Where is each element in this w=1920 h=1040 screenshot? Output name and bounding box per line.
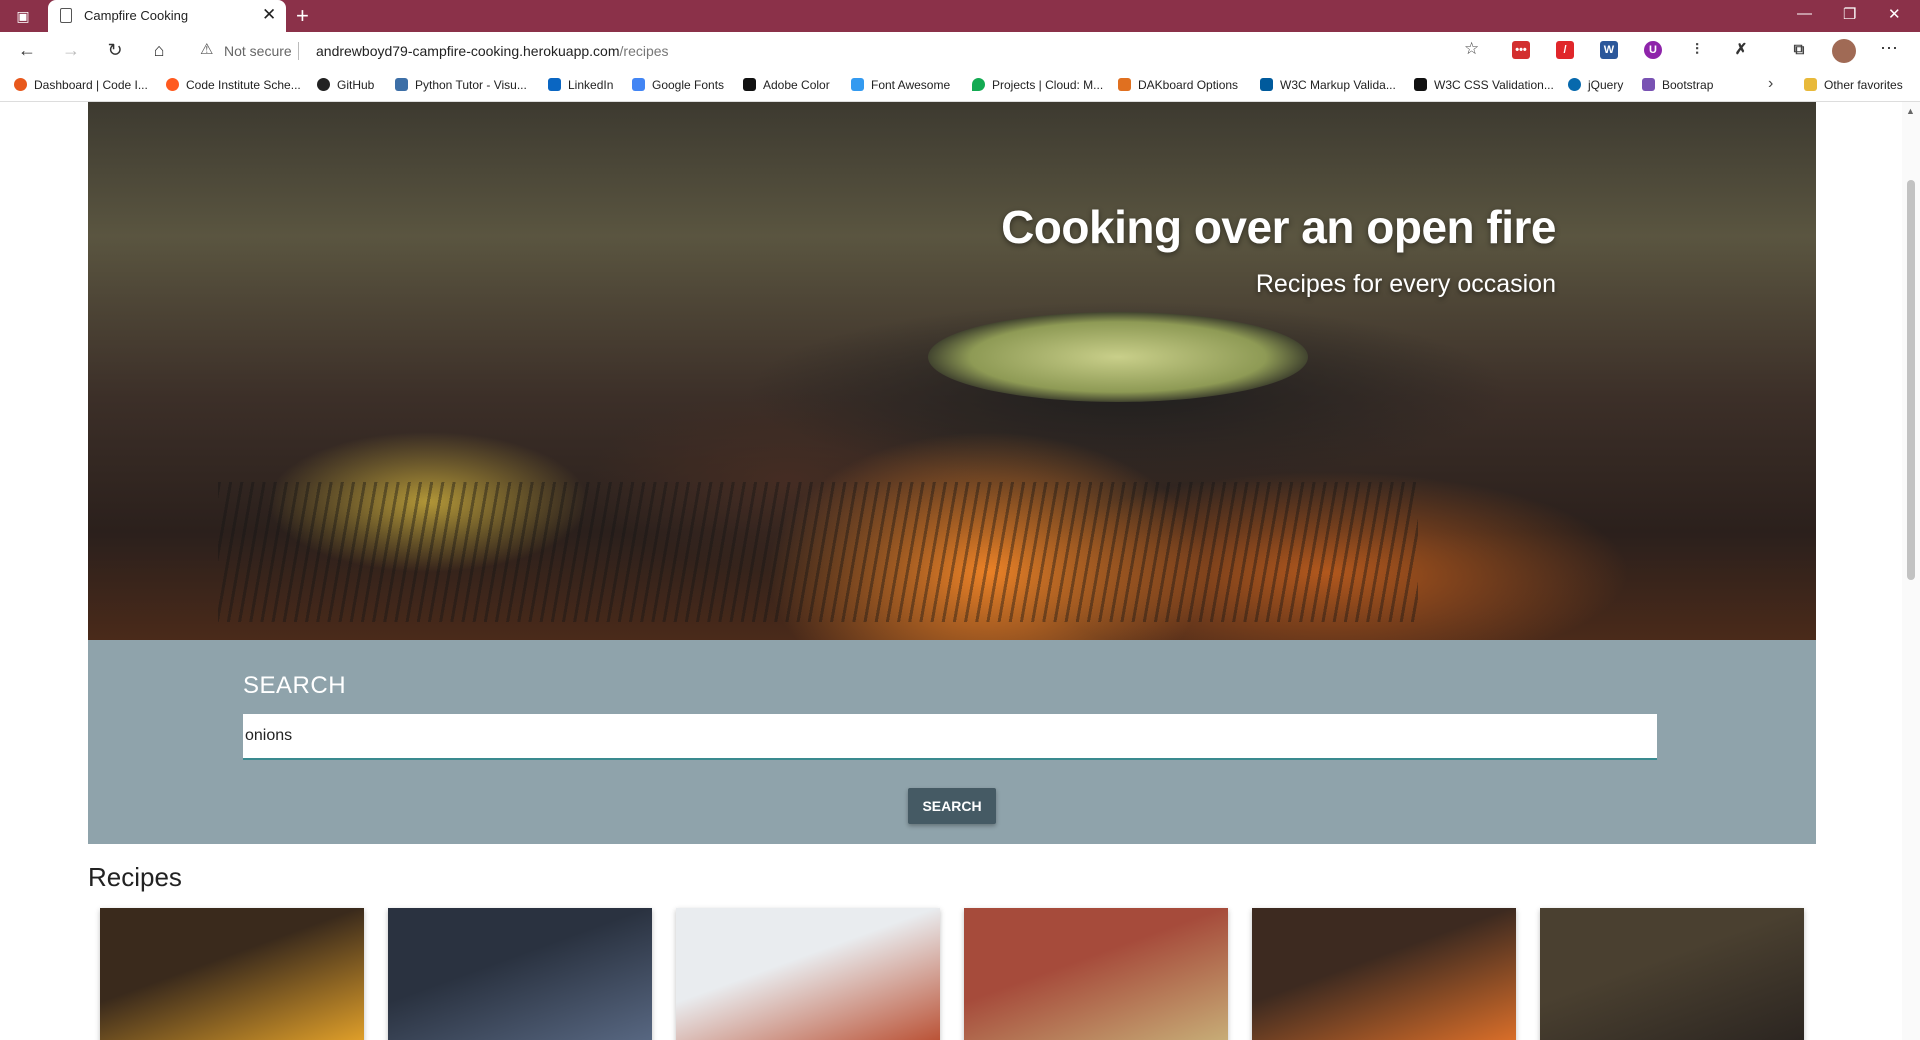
more-options-icon[interactable]: ⋯ — [1880, 38, 1898, 59]
hero-banner: Cooking over an open fire Recipes for ev… — [88, 102, 1816, 640]
scrollbar-thumb[interactable] — [1907, 180, 1915, 580]
bookmark-label: Projects | Cloud: M... — [992, 78, 1104, 92]
chevron-right-icon[interactable]: › — [1768, 75, 1773, 93]
search-label: SEARCH — [243, 672, 347, 699]
flag-icon — [851, 78, 864, 91]
restore-button[interactable]: ❐ — [1843, 5, 1856, 23]
bookmark-label: jQuery — [1588, 78, 1624, 92]
bookmark-item[interactable]: Dashboard | Code I... — [14, 78, 148, 92]
other-favorites-label: Other favorites — [1824, 78, 1903, 92]
folder-icon — [1804, 78, 1817, 91]
jquery-icon — [1568, 78, 1581, 91]
bookmark-label: Python Tutor - Visu... — [415, 78, 527, 92]
bookmark-label: Font Awesome — [871, 78, 951, 92]
bookmark-item[interactable]: jQuery — [1568, 78, 1623, 92]
recipe-card-tomato-stew[interactable] — [676, 908, 940, 1040]
bookmark-label: W3C CSS Validation... — [1434, 78, 1554, 92]
profile-avatar[interactable] — [1832, 39, 1856, 63]
bookmark-item[interactable]: W3C CSS Validation... — [1414, 78, 1554, 92]
bookmark-label: LinkedIn — [568, 78, 614, 92]
bookmark-item[interactable]: Google Fonts — [632, 78, 724, 92]
recipe-card-grilled-corn[interactable] — [100, 908, 364, 1040]
page-scrollbar[interactable]: ▲ — [1902, 102, 1920, 1040]
skillet-image — [928, 312, 1308, 402]
scroll-up-icon[interactable]: ▲ — [1906, 106, 1915, 116]
bookmarks-bar: Dashboard | Code I... Code Institute Sch… — [0, 68, 1920, 102]
collections-icon[interactable]: ⧉ — [1790, 41, 1808, 59]
bookmark-label: Google Fonts — [652, 78, 725, 92]
url-host: andrewboyd79-campfire-cooking.herokuapp.… — [316, 43, 620, 59]
browser-toolbar: ← → ↻ ⌂ ⚠ Not secure andrewboyd79-campfi… — [0, 32, 1920, 68]
bookmark-label: W3C Markup Valida... — [1280, 78, 1396, 92]
back-button[interactable]: ← — [16, 39, 38, 61]
bookmark-item[interactable]: Bootstrap — [1642, 78, 1713, 92]
tab-title: Campfire Cooking — [84, 8, 189, 23]
divider — [298, 42, 299, 60]
adobe-color-icon — [743, 78, 756, 91]
recipe-card-roasted-sweet-potato[interactable] — [1252, 908, 1516, 1040]
recipes-heading: Recipes — [88, 862, 182, 892]
close-tab-icon[interactable]: ✕ — [262, 5, 276, 25]
browser-tab-active[interactable]: Campfire Cooking ✕ — [48, 0, 286, 32]
extension-lastpass-icon[interactable]: ••• — [1512, 41, 1530, 59]
page-viewport: Cooking over an open fire Recipes for ev… — [0, 102, 1920, 1040]
leaf-icon — [972, 78, 985, 91]
bookmark-item[interactable]: Python Tutor - Visu... — [395, 78, 527, 92]
bookmark-icon — [166, 78, 179, 91]
home-button[interactable]: ⌂ — [148, 39, 170, 61]
github-icon — [317, 78, 330, 91]
bookmark-item[interactable]: Adobe Color — [743, 78, 830, 92]
url-text[interactable]: andrewboyd79-campfire-cooking.herokuapp.… — [316, 43, 669, 59]
other-favorites[interactable]: Other favorites — [1804, 78, 1903, 92]
linkedin-icon — [548, 78, 561, 91]
warning-icon[interactable]: ⚠ — [200, 40, 213, 58]
bookmark-item[interactable]: W3C Markup Valida... — [1260, 78, 1396, 92]
hero-title: Cooking over an open fire — [1001, 201, 1556, 253]
bookmark-item[interactable]: Code Institute Sche... — [166, 78, 301, 92]
address-bar[interactable]: ⚠ Not secure andrewboyd79-campfire-cooki… — [188, 36, 1488, 64]
page-icon — [60, 8, 72, 23]
browser-tab-strip: ▣ Campfire Cooking ✕ + — ❐ ✕ — [0, 0, 1920, 32]
bookmark-item[interactable]: LinkedIn — [548, 78, 613, 92]
extension-word-icon[interactable]: W — [1600, 41, 1618, 59]
dakboard-icon — [1118, 78, 1131, 91]
security-label[interactable]: Not secure — [224, 43, 292, 59]
search-input[interactable] — [243, 714, 1657, 760]
extension-x-icon[interactable]: ✗ — [1732, 41, 1750, 59]
close-window-button[interactable]: ✕ — [1888, 5, 1901, 23]
forward-button[interactable]: → — [60, 39, 82, 61]
bootstrap-icon — [1642, 78, 1655, 91]
bookmark-label: Adobe Color — [763, 78, 830, 92]
w3c-icon — [1260, 78, 1273, 91]
bookmark-label: DAKboard Options — [1138, 78, 1239, 92]
grill-grate-image — [218, 482, 1418, 622]
add-favorite-icon[interactable]: ☆ — [1464, 39, 1479, 59]
bookmark-item[interactable]: Font Awesome — [851, 78, 950, 92]
bookmark-item[interactable]: GitHub — [317, 78, 374, 92]
google-fonts-icon — [632, 78, 645, 91]
search-button[interactable]: SEARCH — [908, 788, 996, 824]
recipe-card-mussels[interactable] — [388, 908, 652, 1040]
python-icon — [395, 78, 408, 91]
new-tab-button[interactable]: + — [296, 3, 309, 29]
url-path: /recipes — [619, 43, 669, 59]
recipe-card-skillet-over-fire[interactable] — [1540, 908, 1804, 1040]
bookmark-item[interactable]: Projects | Cloud: M... — [972, 78, 1103, 92]
bookmark-label: GitHub — [337, 78, 375, 92]
extension-pdf-icon[interactable]: / — [1556, 41, 1574, 59]
reload-button[interactable]: ↻ — [104, 39, 126, 61]
tab-actions-icon[interactable]: ▣ — [10, 6, 36, 26]
hero-subtitle: Recipes for every occasion — [1255, 270, 1556, 298]
bookmark-label: Dashboard | Code I... — [34, 78, 148, 92]
bookmark-label: Code Institute Sche... — [186, 78, 301, 92]
search-section: SEARCH SEARCH — [88, 640, 1816, 844]
w3c-css-icon — [1414, 78, 1427, 91]
extension-u-icon[interactable]: U — [1644, 41, 1662, 59]
bookmark-label: Bootstrap — [1662, 78, 1714, 92]
bookmark-icon — [14, 78, 27, 91]
bookmark-item[interactable]: DAKboard Options — [1118, 78, 1238, 92]
extension-sliders-icon[interactable]: ⫶ — [1688, 41, 1706, 59]
minimize-button[interactable]: — — [1797, 5, 1812, 22]
recipe-card-baked-dish[interactable] — [964, 908, 1228, 1040]
